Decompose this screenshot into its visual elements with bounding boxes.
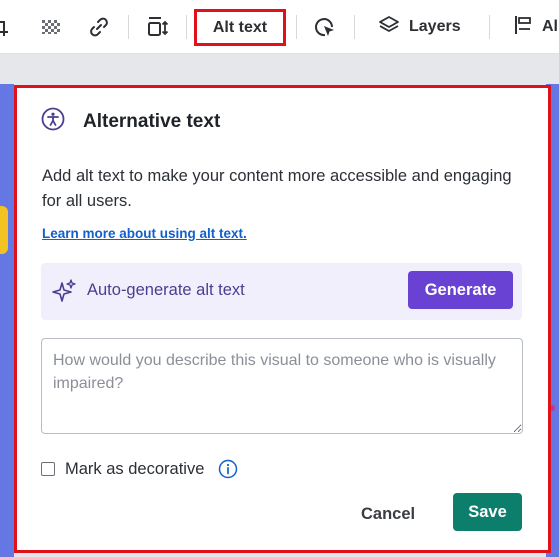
save-label: Save: [468, 502, 507, 521]
auto-generate-label: Auto-generate alt text: [87, 281, 245, 299]
decorative-checkbox[interactable]: [41, 462, 55, 476]
crop-icon[interactable]: [0, 14, 12, 40]
transparency-icon[interactable]: [38, 14, 64, 40]
dialog-header: Alternative text: [41, 107, 220, 136]
accessibility-icon: [41, 107, 65, 136]
toolbar-divider: [354, 15, 355, 39]
alt-text-button[interactable]: Alt text: [194, 9, 286, 46]
cancel-button[interactable]: Cancel: [361, 495, 415, 533]
info-icon[interactable]: [218, 459, 238, 479]
learn-more-link[interactable]: Learn more about using alt text.: [42, 226, 247, 241]
dialog-title: Alternative text: [83, 110, 221, 132]
position-icon[interactable]: [145, 14, 171, 40]
layers-label: Layers: [409, 18, 461, 35]
layers-icon: [378, 14, 400, 41]
toolbar-divider: [186, 15, 187, 39]
toolbar-divider: [489, 15, 490, 39]
alt-text-label: Alt text: [212, 18, 268, 36]
decorative-row: Mark as decorative: [41, 459, 238, 479]
save-button[interactable]: Save: [453, 493, 522, 531]
align-label: Al: [542, 18, 558, 35]
cancel-label: Cancel: [361, 504, 416, 523]
auto-generate-panel: Auto-generate alt text Generate: [41, 263, 522, 320]
canvas-background: [0, 84, 14, 557]
dialog-description: Add alt text to make your content more a…: [42, 167, 512, 210]
generate-button[interactable]: Generate: [408, 271, 513, 309]
toolbar-divider: [128, 15, 129, 39]
alt-text-dialog: Alternative text Add alt text to make yo…: [14, 85, 551, 553]
align-icon: [513, 14, 533, 41]
generate-label: Generate: [424, 280, 497, 299]
alt-text-input[interactable]: [41, 338, 523, 434]
toolbar-divider: [296, 15, 297, 39]
toolbar: Alt text Layers Al: [0, 0, 559, 54]
animate-icon[interactable]: [312, 14, 338, 40]
align-button[interactable]: Al: [513, 14, 558, 40]
layers-button[interactable]: Layers: [378, 14, 461, 40]
decorative-label[interactable]: Mark as decorative: [65, 460, 204, 479]
sparkle-icon: [51, 278, 77, 304]
canvas-element: [0, 206, 8, 254]
link-icon[interactable]: [86, 14, 112, 40]
